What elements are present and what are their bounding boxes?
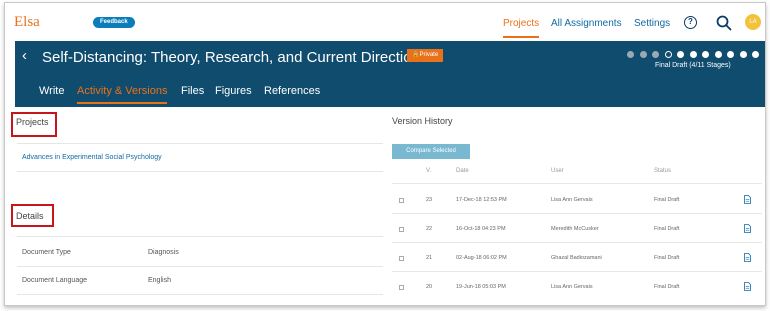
app-window: Elsa Feedback Projects All Assignments S… — [4, 2, 766, 306]
document-header: ‹ Self-Distancing: Theory, Research, and… — [15, 41, 765, 107]
divider — [392, 213, 762, 214]
version-date: 17-Dec-18 12:53 PM — [456, 197, 507, 203]
nav-all-assignments[interactable]: All Assignments — [551, 18, 622, 29]
stage-dot — [677, 51, 684, 58]
row-checkbox[interactable] — [399, 256, 404, 261]
top-nav: Elsa Feedback Projects All Assignments S… — [5, 3, 765, 41]
back-chevron-icon[interactable]: ‹ — [22, 47, 27, 64]
stage-dot — [639, 51, 647, 58]
divider — [392, 183, 762, 184]
document-icon[interactable] — [744, 282, 751, 291]
document-icon[interactable] — [744, 195, 751, 204]
row-checkbox[interactable] — [399, 198, 404, 203]
search-icon[interactable] — [716, 15, 732, 31]
project-link[interactable]: Advances in Experimental Social Psycholo… — [22, 154, 162, 161]
stage-dot — [652, 51, 659, 58]
document-title: Self-Distancing: Theory, Research, and C… — [42, 49, 428, 66]
version-user: Lisa Ann Gervais — [551, 284, 593, 290]
tab-references[interactable]: References — [264, 85, 320, 97]
stage-dot — [739, 51, 747, 58]
avatar[interactable]: LA — [745, 14, 761, 30]
stage-dot — [664, 51, 672, 58]
details-heading: Details — [11, 204, 54, 227]
tab-files[interactable]: Files — [181, 85, 204, 97]
nav-projects[interactable]: Projects — [503, 18, 540, 38]
projects-heading: Projects — [11, 112, 57, 137]
version-number: 23 — [426, 197, 433, 203]
version-status: Final Draft — [654, 255, 680, 261]
divider — [392, 242, 762, 243]
column-header-version: V. — [426, 168, 432, 174]
divider — [17, 266, 383, 267]
column-header-user: User — [551, 168, 564, 174]
detail-key-document-type: Document Type — [22, 249, 71, 256]
stage-dot — [627, 51, 634, 58]
version-number: 22 — [426, 226, 433, 232]
divider — [17, 236, 383, 237]
tab-write[interactable]: Write — [39, 85, 64, 97]
divider — [17, 171, 383, 172]
stage-dot — [752, 51, 759, 58]
version-status: Final Draft — [654, 197, 680, 203]
compare-selected-button[interactable]: Compare Selected — [392, 144, 470, 159]
question-circle-icon[interactable]: ? — [684, 16, 697, 29]
document-icon[interactable] — [744, 253, 751, 262]
divider — [17, 294, 383, 295]
stage-dot — [727, 51, 734, 58]
brand-logo[interactable]: Elsa — [14, 14, 40, 31]
stage-progress[interactable] — [627, 49, 765, 59]
row-checkbox[interactable] — [399, 227, 404, 232]
stage-label: Final Draft (4/11 Stages) — [655, 62, 731, 69]
version-date: 02-Aug-18 06:02 PM — [456, 255, 507, 261]
detail-key-document-language: Document Language — [22, 277, 87, 284]
row-checkbox[interactable] — [399, 285, 404, 290]
version-number: 21 — [426, 255, 433, 261]
privacy-badge-label: Private — [419, 52, 439, 58]
version-user: Ghazal Badiozamani — [551, 255, 602, 261]
privacy-badge: 🔒Private — [407, 49, 444, 62]
stage-dot — [702, 51, 709, 58]
stage-dot — [714, 51, 722, 58]
nav-settings[interactable]: Settings — [634, 18, 670, 29]
document-icon[interactable] — [744, 224, 751, 233]
detail-value-document-language: English — [148, 277, 171, 284]
tab-activity-versions[interactable]: Activity & Versions — [77, 85, 168, 104]
version-status: Final Draft — [654, 226, 680, 232]
stage-dot — [689, 51, 697, 58]
version-status: Final Draft — [654, 284, 680, 290]
feedback-button[interactable]: Feedback — [93, 17, 135, 28]
detail-value-document-type: Diagnosis — [148, 249, 179, 256]
version-number: 20 — [426, 284, 433, 290]
version-user: Meredith McCusker — [551, 226, 599, 232]
divider — [392, 271, 762, 272]
divider — [17, 143, 383, 144]
version-user: Lisa Ann Gervais — [551, 197, 593, 203]
version-history-heading: Version History — [392, 116, 453, 126]
column-header-date: Date — [456, 168, 469, 174]
column-header-status: Status — [654, 168, 672, 174]
version-date: 16-Oct-18 04:23 PM — [456, 226, 506, 232]
tab-figures[interactable]: Figures — [215, 85, 252, 97]
version-date: 19-Jun-18 05:03 PM — [456, 284, 506, 290]
